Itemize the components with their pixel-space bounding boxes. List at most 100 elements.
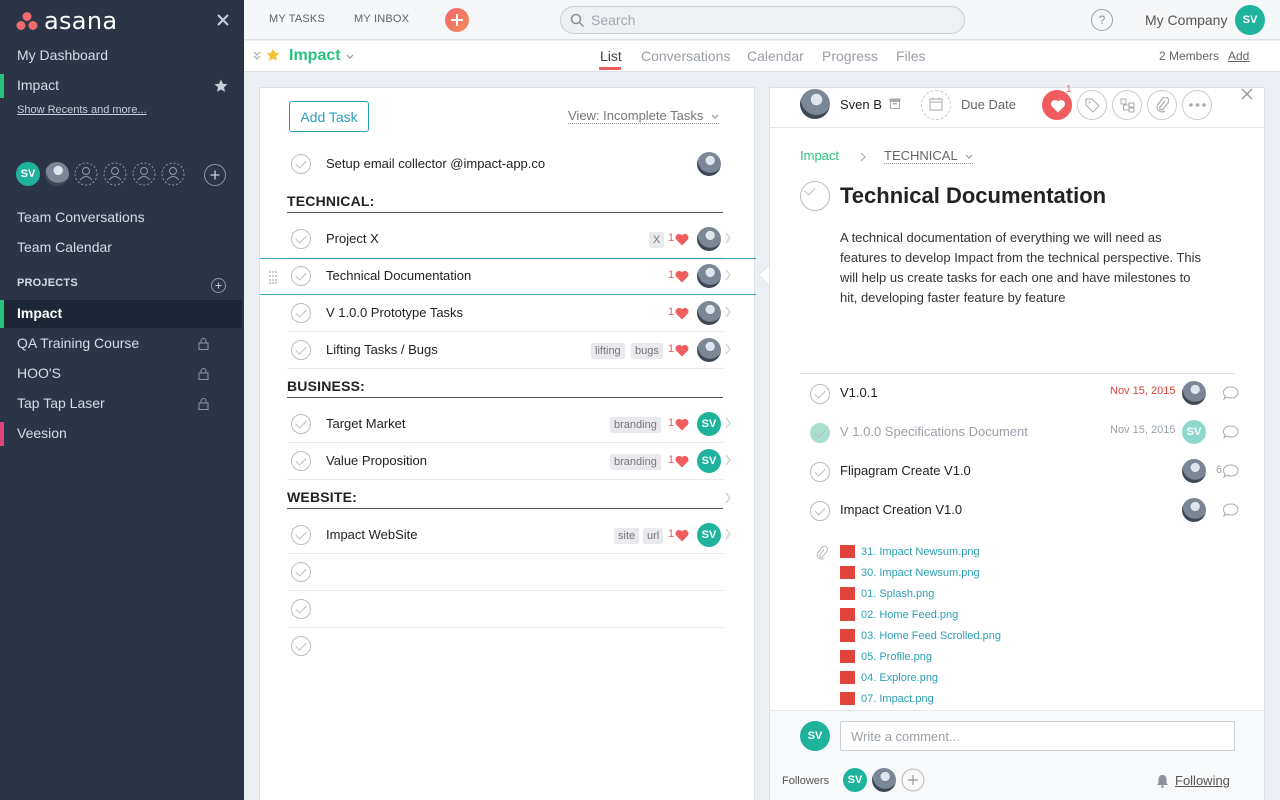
task-row[interactable]: Target Market branding 1 SV — [287, 406, 731, 443]
subtask-checkbox[interactable] — [810, 501, 830, 521]
tag[interactable]: site — [614, 528, 640, 544]
task-row[interactable]: Impact WebSite site url 1 SV — [287, 517, 731, 554]
sidebar-item-team-calendar[interactable]: Team Calendar — [17, 239, 112, 255]
empty-task-row[interactable] — [287, 554, 723, 591]
chevron-right-icon[interactable] — [724, 232, 732, 244]
subtask-checkbox[interactable] — [810, 462, 830, 482]
empty-task-row[interactable] — [287, 591, 723, 628]
following-toggle[interactable]: Following — [1175, 773, 1230, 788]
search-box[interactable] — [560, 6, 965, 34]
subtask-row[interactable]: Impact Creation V1.0 — [800, 491, 1240, 530]
empty-member-icon[interactable] — [74, 162, 98, 186]
heart-icon[interactable] — [675, 233, 689, 246]
attach-button[interactable] — [1147, 90, 1177, 120]
project-title[interactable]: Impact — [289, 47, 341, 65]
tags-button[interactable] — [1077, 90, 1107, 120]
chevron-right-icon[interactable] — [724, 306, 732, 318]
follower-avatar[interactable] — [872, 768, 896, 792]
view-filter-dropdown[interactable]: View: Incomplete Tasks — [568, 108, 719, 124]
section-header[interactable]: BUSINESS: — [287, 378, 723, 398]
avatar[interactable]: SV — [16, 162, 40, 186]
subtask-checkbox-done[interactable] — [810, 423, 830, 443]
chevron-right-icon[interactable] — [724, 528, 732, 540]
empty-member-icon[interactable] — [161, 162, 185, 186]
task-name[interactable]: Technical Documentation — [326, 268, 471, 283]
task-checkbox[interactable] — [291, 154, 311, 174]
assignee-avatar[interactable]: SV — [1182, 420, 1206, 444]
tab-progress[interactable]: Progress — [822, 48, 878, 64]
assignee-avatar[interactable] — [1182, 498, 1206, 522]
task-name[interactable]: V 1.0.0 Prototype Tasks — [326, 305, 463, 320]
subtask-row[interactable]: V1.0.1 Nov 15, 2015 — [800, 374, 1240, 413]
add-member-icon[interactable] — [204, 164, 226, 186]
task-row[interactable]: Project X X 1 — [287, 221, 731, 258]
task-checkbox[interactable] — [291, 266, 311, 286]
attachment-link[interactable]: 30. Impact Newsum.png — [840, 566, 980, 579]
chevron-right-icon[interactable] — [724, 492, 732, 504]
star-icon[interactable] — [266, 48, 280, 62]
follower-avatar[interactable]: SV — [843, 768, 867, 792]
heart-icon[interactable] — [675, 270, 689, 283]
due-date-label[interactable]: Due Date — [961, 97, 1016, 112]
tag[interactable]: bugs — [631, 343, 663, 359]
empty-member-icon[interactable] — [103, 162, 127, 186]
sidebar-project-hoos[interactable]: HOO'S — [17, 365, 61, 381]
heart-icon[interactable] — [675, 455, 689, 468]
tab-calendar[interactable]: Calendar — [747, 48, 804, 64]
my-inbox-link[interactable]: MY INBOX — [354, 13, 409, 25]
comment-bubble-icon[interactable] — [1223, 503, 1239, 517]
task-description[interactable]: A technical documentation of everything … — [840, 228, 1210, 308]
attachment-link[interactable]: 31. Impact Newsum.png — [840, 545, 980, 558]
avatar[interactable] — [45, 162, 69, 186]
add-project-icon[interactable] — [211, 278, 226, 293]
sidebar-item-team-conversations[interactable]: Team Conversations — [17, 209, 145, 225]
sidebar-project-veesion[interactable]: Veesion — [17, 425, 67, 441]
comment-bubble-icon[interactable] — [1223, 464, 1239, 478]
comment-bubble-icon[interactable] — [1223, 425, 1239, 439]
task-checkbox[interactable] — [291, 525, 311, 545]
task-checkbox[interactable] — [291, 562, 311, 582]
heart-icon[interactable] — [675, 307, 689, 320]
attachment-link[interactable]: 05. Profile.png — [840, 650, 932, 663]
subtask-name[interactable]: V 1.0.0 Specifications Document — [840, 424, 1028, 439]
add-task-button[interactable]: Add Task — [289, 101, 369, 132]
asana-logo[interactable]: asana — [16, 7, 117, 35]
task-name[interactable]: Target Market — [326, 416, 405, 431]
tab-files[interactable]: Files — [896, 48, 926, 64]
subtask-row[interactable]: Flipagram Create V1.0 6 — [800, 452, 1240, 491]
close-icon[interactable] — [1241, 88, 1253, 100]
subtask-name[interactable]: Impact Creation V1.0 — [840, 502, 962, 517]
user-avatar[interactable]: SV — [1235, 5, 1265, 35]
task-checkbox[interactable] — [291, 451, 311, 471]
task-name[interactable]: Project X — [326, 231, 379, 246]
assignee-avatar[interactable] — [697, 301, 721, 325]
search-input[interactable] — [591, 11, 951, 29]
tag[interactable]: X — [649, 232, 665, 248]
members-count[interactable]: 2 Members — [1159, 49, 1219, 63]
subtask-due-date[interactable]: Nov 15, 2015 — [1110, 385, 1175, 397]
assignee-avatar[interactable] — [1182, 381, 1206, 405]
assignee-avatar[interactable]: SV — [697, 449, 721, 473]
archive-icon[interactable] — [889, 98, 901, 109]
sidebar-item-favorite-impact[interactable]: Impact — [17, 77, 59, 93]
section-header[interactable]: WEBSITE: — [287, 489, 723, 509]
sidebar-item-dashboard[interactable]: My Dashboard — [17, 47, 108, 63]
task-title[interactable]: Technical Documentation — [840, 183, 1106, 209]
breadcrumb-project[interactable]: Impact — [800, 148, 839, 163]
subtask-name[interactable]: Flipagram Create V1.0 — [840, 463, 971, 478]
assignee-avatar[interactable] — [800, 89, 830, 119]
comment-input[interactable] — [840, 721, 1235, 751]
task-checkbox[interactable] — [291, 414, 311, 434]
task-name[interactable]: Value Proposition — [326, 453, 427, 468]
chevron-right-icon[interactable] — [724, 343, 732, 355]
attachment-link[interactable]: 07. Impact.png — [840, 692, 934, 705]
task-row[interactable]: Lifting Tasks / Bugs lifting bugs 1 — [287, 332, 731, 369]
task-name[interactable]: Setup email collector @impact-app.co — [326, 156, 545, 171]
tag[interactable]: lifting — [591, 343, 625, 359]
task-row-selected[interactable]: Technical Documentation 1 — [260, 258, 756, 295]
heart-icon[interactable] — [675, 529, 689, 542]
task-checkbox[interactable] — [291, 229, 311, 249]
star-icon[interactable] — [214, 79, 228, 93]
company-name[interactable]: My Company — [1145, 12, 1227, 28]
breadcrumb-section[interactable]: TECHNICAL — [884, 148, 973, 164]
